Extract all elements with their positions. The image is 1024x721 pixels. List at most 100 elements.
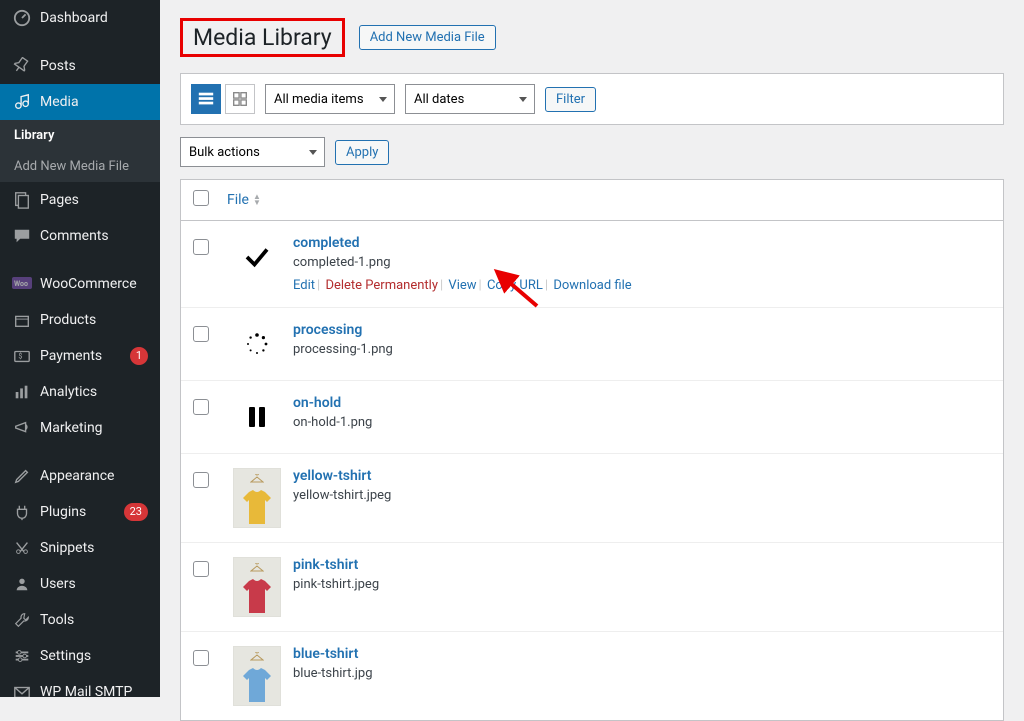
column-header-label: File	[227, 192, 249, 208]
sidebar-item-label: Settings	[40, 648, 148, 664]
filter-button[interactable]: Filter	[545, 87, 596, 112]
grid-view-button[interactable]	[225, 84, 255, 114]
bulk-actions-select[interactable]: Bulk actions	[180, 137, 325, 167]
add-new-media-button[interactable]: Add New Media File	[359, 25, 496, 50]
row-checkbox[interactable]	[193, 399, 209, 415]
row-checkbox[interactable]	[193, 472, 209, 488]
page-header: Media Library Add New Media File	[180, 0, 1004, 73]
sidebar-item-settings[interactable]: Settings	[0, 638, 160, 674]
sidebar-item-users[interactable]: Users	[0, 566, 160, 602]
analytics-icon	[12, 382, 32, 402]
media-toolbar: All media items All dates Filter	[180, 73, 1004, 125]
sidebar-item-label: Users	[40, 576, 148, 592]
thumbnail[interactable]	[227, 557, 287, 617]
sidebar-item-dashboard[interactable]: Dashboard	[0, 0, 160, 36]
media-title[interactable]: processing	[293, 322, 991, 338]
sidebar-subitem-label: Library	[14, 128, 148, 143]
sidebar-item-comments[interactable]: Comments	[0, 218, 160, 254]
sidebar-item-label: Appearance	[40, 468, 148, 484]
view-toggle	[191, 84, 255, 114]
badge: 1	[130, 347, 148, 365]
sidebar-item-appearance[interactable]: Appearance	[0, 458, 160, 494]
table-row: yellow-tshirt yellow-tshirt.jpeg	[181, 454, 1003, 543]
user-icon	[12, 574, 32, 594]
sidebar-item-label: Pages	[40, 192, 148, 208]
media-type-filter[interactable]: All media items	[265, 84, 395, 114]
edit-link[interactable]: Edit	[293, 278, 315, 293]
date-filter[interactable]: All dates	[405, 84, 535, 114]
media-filename: blue-tshirt.jpg	[293, 666, 991, 681]
sidebar-item-products[interactable]: Products	[0, 302, 160, 338]
dashboard-icon	[12, 8, 32, 28]
download-link[interactable]: Download file	[553, 278, 631, 293]
sidebar-item-posts[interactable]: Posts	[0, 48, 160, 84]
sidebar-item-wp-mail-smtp[interactable]: WP Mail SMTP	[0, 674, 160, 710]
tshirt-thumbnail	[233, 468, 281, 528]
row-actions: Edit| Delete Permanently| View| Copy URL…	[293, 278, 991, 293]
sidebar-item-woocommerce[interactable]: Woo WooCommerce	[0, 266, 160, 302]
svg-text:$: $	[18, 352, 22, 361]
view-link[interactable]: View	[448, 278, 476, 293]
settings-icon	[12, 646, 32, 666]
tshirt-thumbnail	[233, 557, 281, 617]
spinner-icon	[235, 322, 279, 366]
thumbnail[interactable]	[227, 322, 287, 366]
media-icon	[12, 92, 32, 112]
thumbnail[interactable]	[227, 395, 287, 439]
apply-button[interactable]: Apply	[335, 140, 389, 165]
table-row: processing processing-1.png	[181, 308, 1003, 381]
media-title[interactable]: yellow-tshirt	[293, 468, 991, 484]
row-checkbox[interactable]	[193, 650, 209, 666]
row-checkbox[interactable]	[193, 326, 209, 342]
mail-icon	[12, 682, 32, 702]
payment-icon: $	[12, 346, 32, 366]
woo-icon: Woo	[12, 274, 32, 294]
sidebar-item-label: Tools	[40, 612, 148, 628]
thumbnail[interactable]	[227, 468, 287, 528]
page-title: Media Library	[180, 18, 345, 57]
media-title[interactable]: blue-tshirt	[293, 646, 991, 662]
page-icon	[12, 190, 32, 210]
sidebar-item-pages[interactable]: Pages	[0, 182, 160, 218]
sidebar-item-payments[interactable]: $ Payments 1	[0, 338, 160, 374]
sidebar-subitem-library[interactable]: Library	[0, 120, 160, 151]
media-title[interactable]: completed	[293, 235, 991, 251]
row-checkbox[interactable]	[193, 561, 209, 577]
thumbnail[interactable]	[227, 646, 287, 706]
sidebar-item-marketing[interactable]: Marketing	[0, 410, 160, 446]
table-row: pink-tshirt pink-tshirt.jpeg	[181, 543, 1003, 632]
media-title[interactable]: on-hold	[293, 395, 991, 411]
sidebar-item-media[interactable]: Media	[0, 84, 160, 120]
sidebar-item-label: Products	[40, 312, 148, 328]
column-header-file[interactable]: File ▲▼	[227, 192, 261, 208]
sidebar-item-tools[interactable]: Tools	[0, 602, 160, 638]
table-row: completed completed-1.png Edit| Delete P…	[181, 221, 1003, 308]
table-header: File ▲▼	[181, 180, 1003, 221]
plugin-icon	[12, 502, 32, 522]
media-table: File ▲▼ completed completed-1.png Edit| …	[180, 179, 1004, 721]
media-title[interactable]: pink-tshirt	[293, 557, 991, 573]
marketing-icon	[12, 418, 32, 438]
sidebar-item-label: Dashboard	[40, 10, 148, 26]
check-icon	[235, 235, 279, 279]
row-checkbox[interactable]	[193, 239, 209, 255]
sidebar-item-snippets[interactable]: Snippets	[0, 530, 160, 566]
sidebar-item-label: Analytics	[40, 384, 148, 400]
sidebar-item-label: WP Mail SMTP	[40, 684, 148, 700]
media-filename: on-hold-1.png	[293, 415, 991, 430]
pin-icon	[12, 56, 32, 76]
tool-icon	[12, 610, 32, 630]
sidebar-item-plugins[interactable]: Plugins 23	[0, 494, 160, 530]
sidebar-item-analytics[interactable]: Analytics	[0, 374, 160, 410]
sidebar-item-label: Marketing	[40, 420, 148, 436]
delete-link[interactable]: Delete Permanently	[325, 278, 438, 293]
media-filename: processing-1.png	[293, 342, 991, 357]
sidebar-item-label: Posts	[40, 58, 148, 74]
select-all-checkbox[interactable]	[193, 190, 209, 206]
appearance-icon	[12, 466, 32, 486]
sidebar-item-label: Plugins	[40, 504, 120, 520]
thumbnail[interactable]	[227, 235, 287, 293]
media-filename: yellow-tshirt.jpeg	[293, 488, 991, 503]
sidebar-subitem-add-new-media[interactable]: Add New Media File	[0, 151, 160, 182]
list-view-button[interactable]	[191, 84, 221, 114]
